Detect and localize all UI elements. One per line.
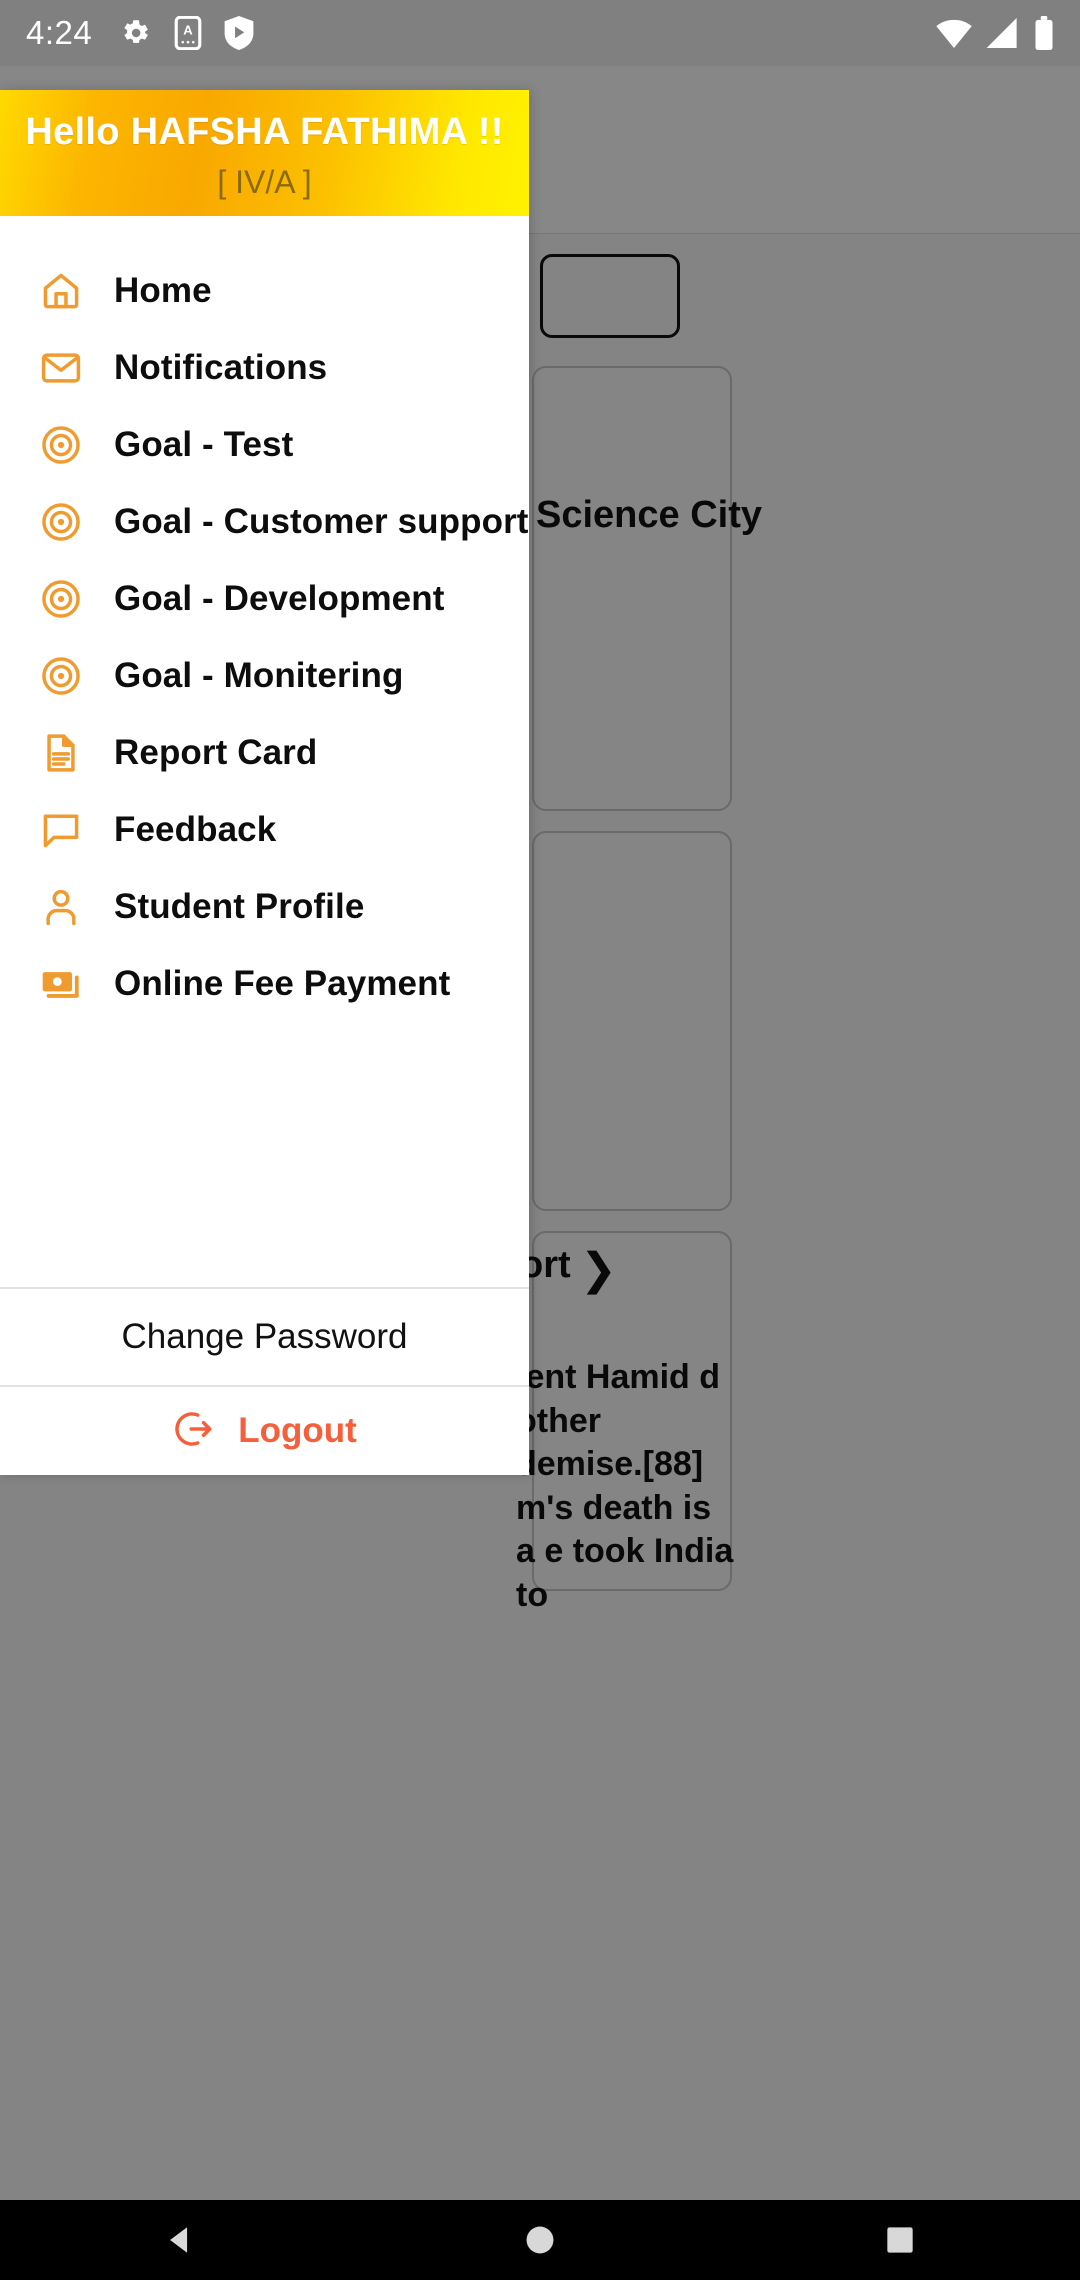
menu-item-label: Notifications <box>114 347 328 387</box>
banknote-icon <box>32 962 90 1006</box>
home-circle-icon <box>526 2226 554 2254</box>
app-letter-a-icon: A <box>174 16 202 50</box>
play-shield-icon <box>224 16 254 50</box>
battery-icon <box>1035 16 1053 50</box>
logout-label: Logout <box>238 1411 357 1450</box>
home-icon <box>32 269 90 313</box>
menu-item-label: Goal - Customer support <box>114 501 529 541</box>
android-navigation-bar <box>0 2200 1080 2280</box>
drawer-class-section: [ IV/A ] <box>217 164 312 200</box>
menu-item-goal-development[interactable]: Goal - Development <box>0 560 529 637</box>
status-bar: 4:24 A <box>0 0 1080 66</box>
status-bar-system-icons <box>936 16 1054 50</box>
menu-item-home[interactable]: Home <box>0 252 529 329</box>
document-icon <box>32 731 90 775</box>
status-bar-notification-icons: A <box>118 16 254 50</box>
menu-item-report-card[interactable]: Report Card <box>0 714 529 791</box>
menu-item-label: Report Card <box>114 732 318 772</box>
settings-gear-icon <box>124 20 149 43</box>
target-icon <box>32 423 90 467</box>
drawer-header: Hello HAFSHA FATHIMA !! [ IV/A ] <box>0 90 529 216</box>
cellular-signal-icon <box>986 18 1017 48</box>
menu-item-notifications[interactable]: Notifications <box>0 329 529 406</box>
logout-arrow-icon <box>172 1407 216 1456</box>
recents-button[interactable] <box>840 2200 960 2280</box>
person-icon <box>32 885 90 929</box>
envelope-icon <box>32 346 90 390</box>
menu-item-label: Home <box>114 270 212 310</box>
wifi-icon <box>936 19 972 48</box>
target-icon <box>32 500 90 544</box>
recents-square-icon <box>887 2227 913 2253</box>
logout-button[interactable]: Logout <box>0 1387 529 1475</box>
navigation-drawer: Hello HAFSHA FATHIMA !! [ IV/A ] Home No… <box>0 90 529 1475</box>
back-triangle-icon <box>170 2227 188 2253</box>
phone-screen: Science City ort ❯ lent Hamid d other de… <box>0 0 1080 2280</box>
menu-item-goal-customer-support[interactable]: Goal - Customer support <box>0 483 529 560</box>
menu-item-label: Feedback <box>114 809 277 849</box>
svg-text:A: A <box>184 22 194 37</box>
target-icon <box>32 577 90 621</box>
drawer-footer: Change Password Logout <box>0 1287 529 1475</box>
menu-item-label: Goal - Monitering <box>114 655 404 695</box>
menu-item-feedback[interactable]: Feedback <box>0 791 529 868</box>
menu-item-label: Student Profile <box>114 886 365 926</box>
target-icon <box>32 654 90 698</box>
menu-item-label: Online Fee Payment <box>114 963 451 1003</box>
status-bar-clock: 4:24 <box>26 14 93 51</box>
menu-item-student-profile[interactable]: Student Profile <box>0 868 529 945</box>
menu-item-goal-test[interactable]: Goal - Test <box>0 406 529 483</box>
change-password-button[interactable]: Change Password <box>0 1289 529 1385</box>
back-button[interactable] <box>120 2200 240 2280</box>
speech-bubble-icon <box>32 808 90 852</box>
drawer-greeting: Hello HAFSHA FATHIMA !! <box>25 111 504 153</box>
menu-item-online-fee-payment[interactable]: Online Fee Payment <box>0 945 529 1022</box>
menu-item-goal-monitering[interactable]: Goal - Monitering <box>0 637 529 714</box>
menu-item-label: Goal - Development <box>114 578 445 618</box>
home-button[interactable] <box>480 2200 600 2280</box>
menu-item-label: Goal - Test <box>114 424 294 464</box>
drawer-menu-list: Home Notifications Goal - Test Goal - Cu… <box>0 216 529 1287</box>
